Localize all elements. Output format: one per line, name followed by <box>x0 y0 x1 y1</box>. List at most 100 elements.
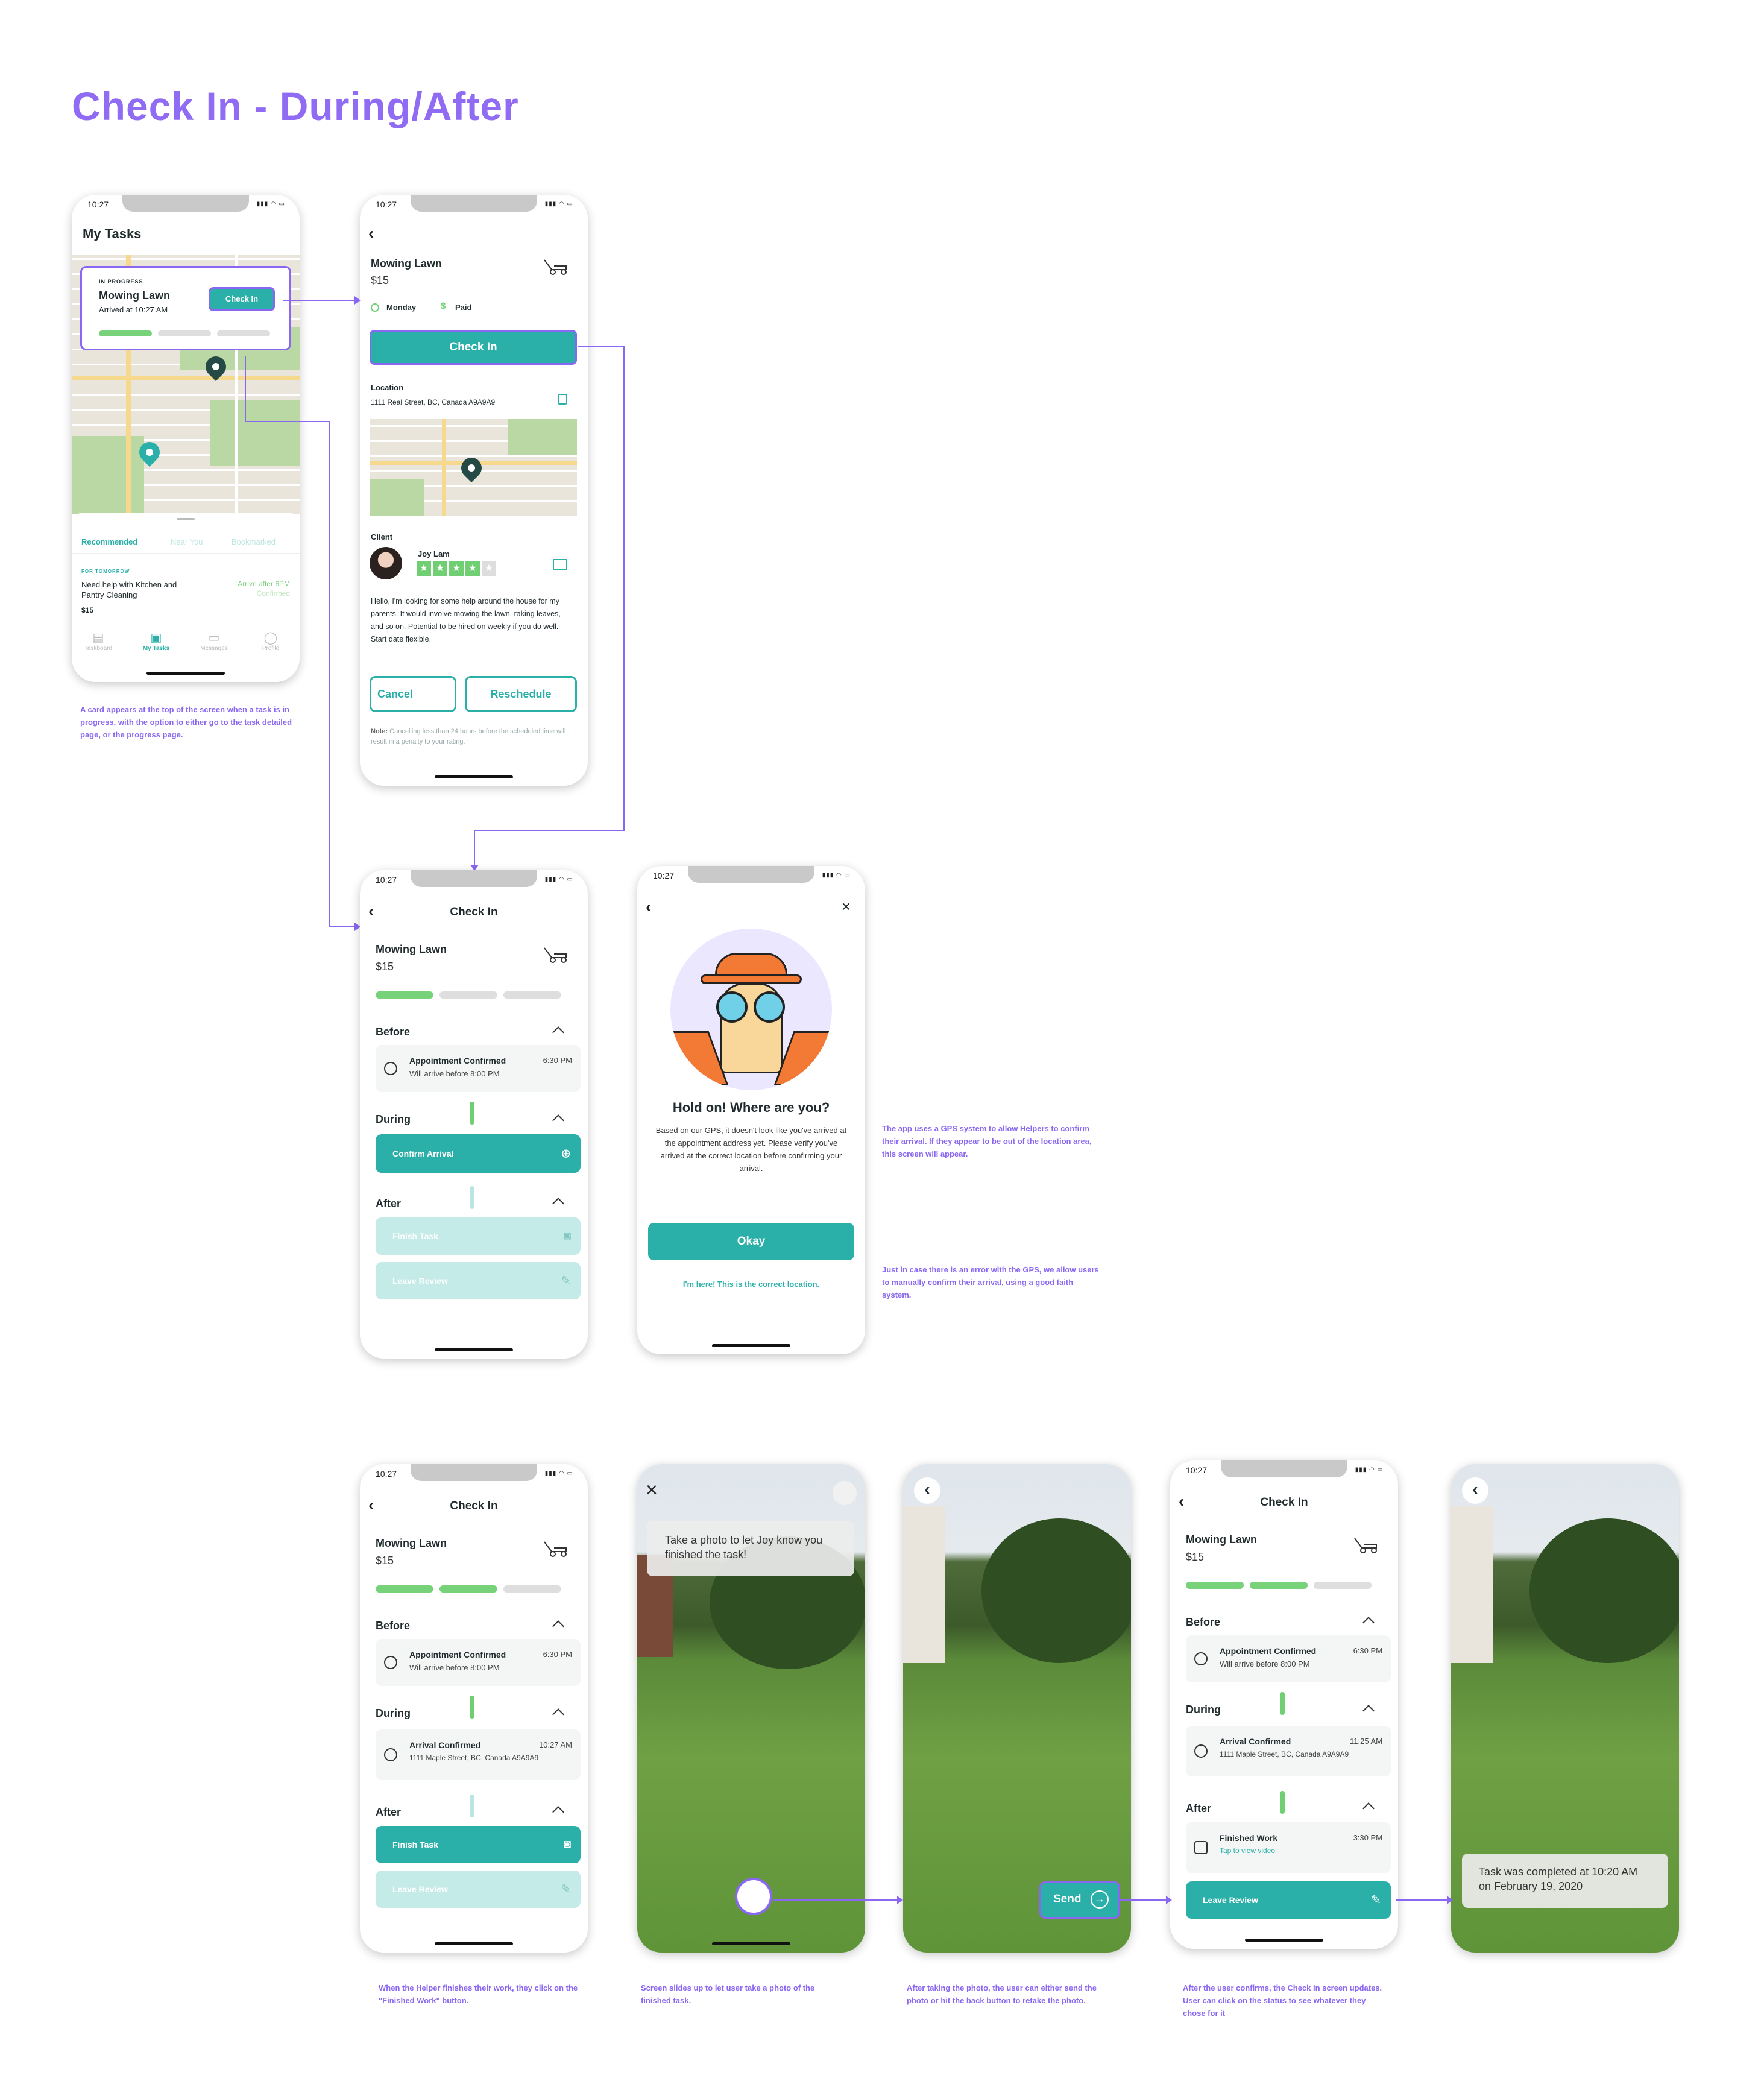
hold-on-body: Based on our GPS, it doesn't look like y… <box>655 1126 847 1173</box>
client-name[interactable]: Joy Lam <box>418 549 450 558</box>
camera-icon: ◙ <box>563 1837 571 1851</box>
lawn-mower-icon <box>544 259 567 275</box>
reschedule-button[interactable]: Reschedule <box>465 676 577 712</box>
clock-icon <box>384 1062 397 1075</box>
timeline-tick <box>470 1696 474 1719</box>
back-arrow-icon[interactable]: ‹ <box>368 224 374 243</box>
timeline-tick <box>470 1795 474 1817</box>
status-time: 10:27 <box>653 871 675 880</box>
arrow-right-icon: → <box>1091 1890 1109 1909</box>
timeline-tick <box>470 1102 474 1125</box>
finished-work-card[interactable]: Finished Work Tap to view video 3:30 PM <box>1186 1822 1391 1873</box>
leave-review-button[interactable]: Leave Review ✎ <box>376 1262 581 1299</box>
chevron-up-icon[interactable] <box>552 1708 564 1720</box>
address: 1111 Real Street, BC, Canada A9A9A9 <box>371 398 496 406</box>
page-title: Check In - During/After <box>72 84 519 128</box>
section-after: After <box>376 1806 402 1818</box>
sheet-handle[interactable] <box>177 518 195 520</box>
hold-on-heading: Hold on! Where are you? <box>672 1100 830 1115</box>
lawn-mower-icon <box>1354 1538 1377 1553</box>
leave-review-button[interactable]: Leave Review ✎ <box>376 1871 581 1908</box>
home-indicator <box>712 1344 790 1347</box>
task-title[interactable]: Need help with Kitchen and Pantry Cleani… <box>81 579 196 600</box>
section-during: During <box>376 1707 411 1719</box>
phone-photo-preview: ‹ Send → <box>903 1464 1131 1953</box>
tab-recommended[interactable]: Recommended <box>81 537 137 546</box>
signal-icons: ▮▮▮ ◠ ▭ <box>544 201 573 207</box>
timeline-tick <box>470 1186 474 1209</box>
back-button[interactable]: ‹ <box>914 1477 940 1504</box>
annotation: After the user confirms, the Check In sc… <box>1183 1983 1382 2018</box>
nav-messages[interactable]: ▭ Messages <box>196 630 232 652</box>
flow-arrow <box>329 926 356 927</box>
send-button[interactable]: Send → <box>1039 1881 1120 1919</box>
in-progress-card[interactable]: IN PROGRESS Mowing Lawn Arrived at 10:27… <box>80 266 291 350</box>
section-after: After <box>1186 1802 1212 1814</box>
phone-check-in-updated: 10:27 ▮▮▮ ◠ ▭ ‹ Check In Mowing Lawn $15… <box>1170 1460 1398 1949</box>
appointment-card[interactable]: Appointment Confirmed Will arrive before… <box>1186 1635 1391 1682</box>
chevron-up-icon[interactable] <box>552 1620 564 1632</box>
screen-title: Check In <box>1260 1496 1308 1509</box>
okay-button[interactable]: Okay <box>648 1223 854 1260</box>
confirm-arrival-button[interactable]: Confirm Arrival ⊕ <box>376 1134 581 1173</box>
clock-icon <box>384 1656 397 1669</box>
close-icon[interactable]: × <box>646 1479 658 1502</box>
task-name: Mowing Lawn <box>1186 1533 1257 1546</box>
appointment-card[interactable]: Appointment Confirmed Will arrive before… <box>376 1045 581 1092</box>
chevron-up-icon[interactable] <box>552 1806 564 1818</box>
leave-review-button[interactable]: Leave Review ✎ <box>1186 1881 1391 1919</box>
chevron-up-icon[interactable] <box>1362 1802 1375 1814</box>
profile-icon: ◯ <box>263 631 278 645</box>
im-here-link[interactable]: I'm here! This is the correct location. <box>637 1280 865 1289</box>
notch <box>688 866 814 883</box>
status-time: 10:27 <box>87 200 109 209</box>
signal-icons: ▮▮▮ ◠ ▭ <box>1355 1467 1384 1473</box>
nav-my-tasks[interactable]: ▣ My Tasks <box>138 630 174 652</box>
dollar-icon: $ <box>441 301 446 311</box>
annotation: When the Helper finishes their work, the… <box>379 1983 578 2005</box>
completed-banner: Task was completed at 10:20 AM on Februa… <box>1462 1854 1668 1908</box>
finish-task-button[interactable]: Finish Task ◙ <box>376 1826 581 1863</box>
section-after: After <box>376 1198 402 1210</box>
arrival-card[interactable]: Arrival Confirmed 1111 Maple Street, BC,… <box>1186 1726 1391 1776</box>
chevron-up-icon[interactable] <box>1362 1617 1375 1629</box>
nav-profile[interactable]: ◯ Profile <box>253 630 289 652</box>
shutter-button[interactable] <box>735 1878 772 1915</box>
nav-taskboard[interactable]: ▤ Taskboard <box>80 630 116 652</box>
star-icon: ★ <box>449 561 464 576</box>
chevron-up-icon[interactable] <box>552 1114 564 1126</box>
house <box>1451 1506 1493 1663</box>
copy-icon[interactable] <box>558 394 567 405</box>
back-button[interactable]: ‹ <box>1462 1477 1488 1504</box>
chevron-up-icon[interactable] <box>1362 1705 1375 1717</box>
flow-arrow <box>578 346 625 347</box>
bottom-sheet[interactable]: Recommended Near You Bookmarked FOR TOMO… <box>72 513 300 682</box>
appointment-card[interactable]: Appointment Confirmed Will arrive before… <box>376 1639 581 1686</box>
check-in-button[interactable]: Check In <box>370 330 577 365</box>
home-indicator <box>435 1942 513 1945</box>
tab-bookmarked[interactable]: Bookmarked <box>232 537 276 546</box>
notch <box>411 195 537 212</box>
chevron-up-icon[interactable] <box>552 1026 564 1038</box>
tab-near-you[interactable]: Near You <box>171 537 203 546</box>
arrived-time: Arrived at 10:27 AM <box>99 305 168 314</box>
annotation: A card appears at the top of the screen … <box>80 705 292 739</box>
finish-task-button[interactable]: Finish Task ◙ <box>376 1217 581 1255</box>
flow-arrow <box>623 346 625 831</box>
back-arrow-icon[interactable]: ‹ <box>646 897 651 917</box>
check-in-button[interactable]: Check In <box>209 287 275 311</box>
star-icon: ★ <box>482 561 496 576</box>
cancel-button[interactable]: Cancel <box>370 676 456 712</box>
avatar[interactable] <box>370 547 402 579</box>
close-icon[interactable]: × <box>842 897 851 916</box>
chevron-up-icon[interactable] <box>552 1198 564 1210</box>
signal-icons: ▮▮▮ ◠ ▭ <box>822 872 851 879</box>
mail-icon[interactable] <box>553 559 567 570</box>
annotation: After taking the photo, the user can eit… <box>907 1983 1097 2005</box>
arrival-card[interactable]: Arrival Confirmed 1111 Maple Street, BC,… <box>376 1729 581 1780</box>
flow-arrow <box>1396 1899 1448 1901</box>
house <box>903 1506 945 1663</box>
camera-toggle[interactable] <box>833 1481 857 1505</box>
chat-icon: ▭ <box>208 631 220 645</box>
home-indicator <box>712 1942 790 1945</box>
